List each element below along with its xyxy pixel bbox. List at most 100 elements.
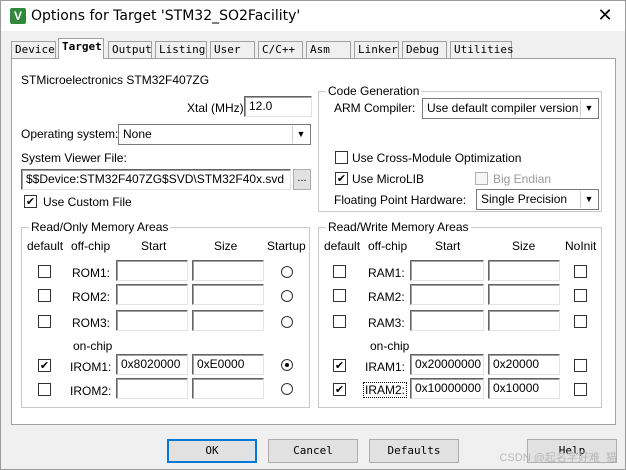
- code-generation-title: Code Generation: [326, 84, 422, 98]
- target-tab-panel: STMicroelectronics STM32F407ZG Xtal (MHz…: [11, 58, 616, 425]
- rom3-start-input[interactable]: [116, 310, 188, 331]
- keil-app-icon: V: [10, 8, 26, 24]
- iram1-label: IRAM1:: [365, 360, 406, 374]
- checkmark-icon: ✔: [336, 172, 347, 185]
- rom2-startup-radio[interactable]: [281, 290, 293, 302]
- irom1-startup-radio[interactable]: [281, 359, 293, 371]
- svf-browse-button[interactable]: ...: [293, 169, 311, 190]
- tab-target[interactable]: Target: [58, 38, 104, 59]
- ram1-start-input[interactable]: [410, 260, 484, 281]
- rom3-default-checkbox[interactable]: [38, 315, 51, 328]
- close-icon[interactable]: ✕: [593, 4, 617, 28]
- iram2-size-input[interactable]: 0x10000: [488, 378, 560, 399]
- os-select-value: None: [123, 127, 152, 141]
- rom2-default-checkbox[interactable]: [38, 289, 51, 302]
- rom2-size-input[interactable]: [192, 284, 264, 305]
- rom3-startup-radio[interactable]: [281, 316, 293, 328]
- ram-header-offchip: off-chip: [368, 239, 408, 253]
- defaults-button[interactable]: Defaults: [369, 439, 459, 463]
- irom2-default-checkbox[interactable]: [38, 383, 51, 396]
- ram3-start-input[interactable]: [410, 310, 484, 331]
- tab-output[interactable]: Output: [108, 41, 152, 58]
- rom2-start-input[interactable]: [116, 284, 188, 305]
- chevron-down-icon: ▼: [580, 191, 597, 208]
- arm-compiler-select[interactable]: Use default compiler version ▼: [422, 98, 599, 119]
- rom-header-startup: Startup: [267, 239, 306, 253]
- ok-button[interactable]: OK: [167, 439, 257, 463]
- rom3-size-input[interactable]: [192, 310, 264, 331]
- watermark: CSDN @起名字好难_猫: [499, 452, 617, 464]
- device-name: STMicroelectronics STM32F407ZG: [21, 73, 210, 87]
- chevron-down-icon: ▼: [292, 126, 309, 143]
- os-select[interactable]: None ▼: [118, 124, 311, 145]
- ram3-default-checkbox[interactable]: [333, 315, 346, 328]
- iram2-start-input[interactable]: 0x10000000: [410, 378, 484, 399]
- ram1-default-checkbox[interactable]: [333, 265, 346, 278]
- tab-utilities[interactable]: Utilities: [450, 41, 514, 58]
- checkmark-icon: ✔: [39, 359, 50, 372]
- ram3-noinit-checkbox[interactable]: [574, 315, 587, 328]
- tab-linker[interactable]: Linker: [354, 41, 399, 58]
- irom1-start-input[interactable]: 0x8020000: [116, 354, 188, 375]
- tab-c-cpp[interactable]: C/C++: [258, 41, 303, 58]
- ram2-default-checkbox[interactable]: [333, 289, 346, 302]
- ram1-label: RAM1:: [368, 266, 405, 280]
- ram1-noinit-checkbox[interactable]: [574, 265, 587, 278]
- rom1-start-input[interactable]: [116, 260, 188, 281]
- rom3-label: ROM3:: [72, 316, 111, 330]
- rom2-label: ROM2:: [72, 290, 111, 304]
- chevron-down-icon: ▼: [580, 100, 597, 117]
- checkmark-icon: ✔: [334, 383, 345, 396]
- tab-device[interactable]: Device: [11, 41, 56, 58]
- tab-debug[interactable]: Debug: [402, 41, 447, 58]
- microlib-checkbox[interactable]: ✔: [335, 172, 348, 185]
- window-title: Options for Target 'STM32_SO2Facility': [31, 8, 301, 24]
- rom-onchip-label: on-chip: [73, 339, 113, 353]
- iram2-noinit-checkbox[interactable]: [574, 383, 587, 396]
- ram2-start-input[interactable]: [410, 284, 484, 305]
- ram-onchip-label: on-chip: [370, 339, 410, 353]
- ram3-size-input[interactable]: [488, 310, 560, 331]
- rom1-default-checkbox[interactable]: [38, 265, 51, 278]
- ram2-noinit-checkbox[interactable]: [574, 289, 587, 302]
- irom2-label: IROM2:: [70, 384, 112, 398]
- ram2-size-input[interactable]: [488, 284, 560, 305]
- arm-compiler-value: Use default compiler version: [427, 101, 579, 115]
- fph-select[interactable]: Single Precision ▼: [476, 189, 599, 210]
- big-endian-label: Big Endian: [493, 172, 552, 186]
- use-custom-file-checkbox[interactable]: ✔: [24, 195, 37, 208]
- ram2-label: RAM2:: [368, 290, 405, 304]
- irom1-default-checkbox[interactable]: ✔: [38, 359, 51, 372]
- iram1-noinit-checkbox[interactable]: [574, 359, 587, 372]
- use-custom-file-label: Use Custom File: [43, 195, 132, 209]
- iram2-default-checkbox[interactable]: ✔: [333, 383, 346, 396]
- ram-header-size: Size: [512, 239, 536, 253]
- svf-input[interactable]: $$Device:STM32F407ZG$SVD\STM32F40x.svd: [21, 169, 291, 190]
- svf-label: System Viewer File:: [21, 151, 127, 165]
- iram2-label: IRAM2:: [363, 382, 408, 398]
- irom1-label: IROM1:: [70, 360, 112, 374]
- rom1-size-input[interactable]: [192, 260, 264, 281]
- rom-header-default: default: [27, 239, 64, 253]
- ram-header-default: default: [324, 239, 361, 253]
- cancel-button[interactable]: Cancel: [268, 439, 358, 463]
- ram1-size-input[interactable]: [488, 260, 560, 281]
- big-endian-checkbox[interactable]: [475, 172, 488, 185]
- cross-module-checkbox[interactable]: [335, 151, 348, 164]
- rom1-startup-radio[interactable]: [281, 266, 293, 278]
- tab-user[interactable]: User: [210, 41, 255, 58]
- irom2-start-input[interactable]: [116, 378, 188, 399]
- rom-areas-title: Read/Only Memory Areas: [29, 220, 171, 234]
- microlib-label: Use MicroLIB: [352, 172, 425, 186]
- iram1-default-checkbox[interactable]: ✔: [333, 359, 346, 372]
- title-bar: V Options for Target 'STM32_SO2Facility'…: [1, 1, 625, 31]
- iram1-size-input[interactable]: 0x20000: [488, 354, 560, 375]
- irom2-size-input[interactable]: [192, 378, 264, 399]
- xtal-label: Xtal (MHz):: [187, 101, 247, 115]
- xtal-input[interactable]: 12.0: [244, 96, 312, 117]
- irom1-size-input[interactable]: 0xE0000: [192, 354, 264, 375]
- tab-listing[interactable]: Listing: [155, 41, 207, 58]
- irom2-startup-radio[interactable]: [281, 383, 293, 395]
- tab-asm[interactable]: Asm: [306, 41, 351, 58]
- iram1-start-input[interactable]: 0x20000000: [410, 354, 484, 375]
